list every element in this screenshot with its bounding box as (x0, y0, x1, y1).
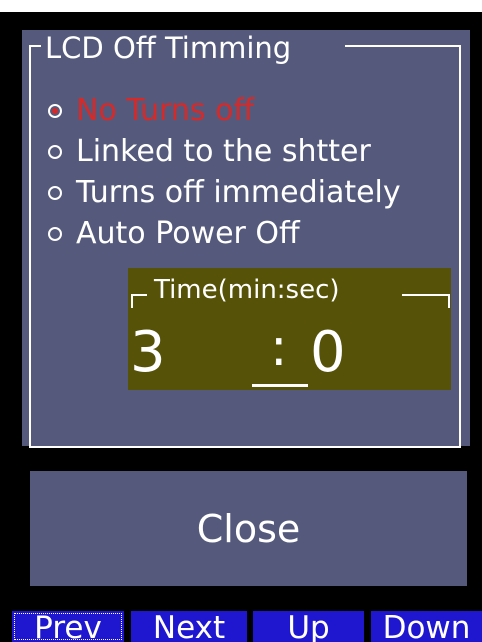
edit-cursor (252, 384, 308, 387)
up-button[interactable]: Up (253, 611, 364, 642)
option-label: Auto Power Off (76, 216, 300, 251)
radio-unchecked-icon (48, 185, 62, 200)
radio-checked-icon (48, 103, 62, 118)
time-separator: : (270, 318, 288, 378)
time-frame-top-right (402, 294, 450, 296)
next-button[interactable]: Next (131, 611, 247, 642)
group-frame-left (29, 45, 31, 448)
option-turns-off-immediately[interactable]: Turns off immediately (48, 172, 401, 213)
radio-group: No Turns off Linked to the shtter Turns … (48, 90, 401, 254)
time-frame-left (131, 294, 133, 308)
group-frame-right (459, 45, 461, 448)
minutes-field[interactable]: 3 (130, 317, 166, 389)
option-auto-power-off[interactable]: Auto Power Off (48, 213, 401, 254)
option-label: Turns off immediately (76, 175, 401, 210)
radio-unchecked-icon (48, 226, 62, 241)
option-label: Linked to the shtter (76, 134, 371, 169)
option-linked-to-shutter[interactable]: Linked to the shtter (48, 131, 401, 172)
close-button[interactable]: Close (30, 471, 467, 586)
down-button[interactable]: Down (371, 611, 482, 642)
prev-button[interactable]: Prev (12, 611, 124, 642)
group-title: LCD Off Timming (45, 31, 292, 65)
option-no-turns-off[interactable]: No Turns off (48, 90, 401, 131)
time-frame-right (448, 294, 450, 308)
time-title: Time(min:sec) (154, 275, 340, 305)
option-label: No Turns off (76, 93, 255, 128)
radio-unchecked-icon (48, 144, 62, 159)
time-frame-top-left (131, 294, 147, 296)
group-frame-bottom (29, 446, 461, 448)
top-strip (0, 0, 482, 12)
group-frame-top-right (345, 45, 461, 47)
seconds-field[interactable]: 0 (310, 317, 346, 389)
